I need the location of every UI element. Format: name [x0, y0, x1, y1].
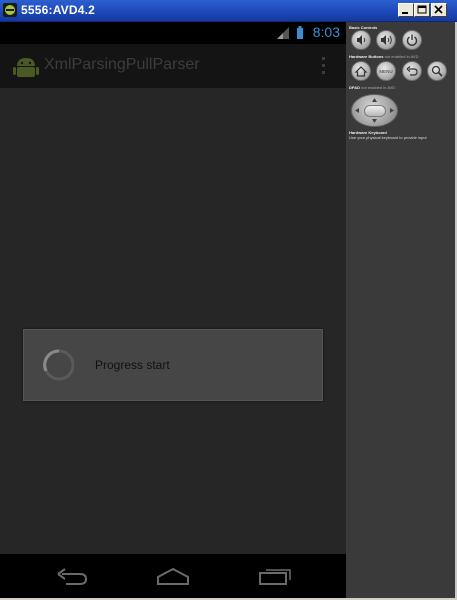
- back-icon[interactable]: [56, 566, 88, 586]
- spinner-icon: [43, 349, 75, 381]
- menu-icon: MENU: [379, 69, 392, 74]
- maximize-icon: [417, 5, 427, 14]
- emulator-controls-panel: Basic Controls Hardware Buttons not enab…: [346, 22, 455, 598]
- back-icon: [406, 66, 418, 76]
- battery-icon: [297, 26, 303, 39]
- signal-icon: [277, 27, 289, 39]
- status-time: 8:03: [312, 24, 340, 40]
- hw-back-button[interactable]: [402, 61, 422, 81]
- volume-up-button[interactable]: [376, 30, 396, 50]
- home-icon: [354, 66, 368, 77]
- close-button[interactable]: [431, 3, 447, 17]
- status-bar: 8:03: [0, 22, 346, 44]
- hw-menu-button[interactable]: MENU: [376, 61, 396, 81]
- hardware-buttons-heading: Hardware Buttons not enabled in AVD: [349, 54, 419, 59]
- hardware-keyboard-note: Use your physical keyboard to provide in…: [349, 135, 427, 140]
- window-title-bar[interactable]: 5556:AVD4.2: [0, 0, 457, 22]
- recent-apps-icon[interactable]: [258, 566, 292, 586]
- home-icon[interactable]: [156, 566, 190, 586]
- minimize-button[interactable]: [398, 3, 414, 17]
- navigation-bar: [0, 554, 346, 598]
- maximize-button[interactable]: [414, 3, 430, 17]
- volume-down-icon: [357, 35, 366, 45]
- dpad-control[interactable]: [351, 94, 398, 127]
- window-title: 5556:AVD4.2: [21, 3, 96, 17]
- power-icon: [406, 34, 418, 46]
- progress-dialog: Progress start: [23, 329, 323, 401]
- overflow-menu-icon[interactable]: [321, 56, 326, 76]
- dpad-heading: DPAD not enabled in AVD: [349, 85, 396, 90]
- volume-up-icon: [381, 35, 392, 45]
- volume-down-button[interactable]: [351, 30, 371, 50]
- action-bar: XmlParsingPullParser: [0, 44, 346, 88]
- hw-search-button[interactable]: [427, 61, 447, 81]
- android-app-icon: [3, 3, 17, 17]
- hw-home-button[interactable]: [351, 61, 371, 81]
- close-icon: [434, 5, 443, 14]
- minimize-icon: [402, 12, 408, 14]
- power-button[interactable]: [402, 30, 422, 50]
- dpad-center-button[interactable]: [364, 105, 386, 117]
- search-icon: [431, 65, 443, 77]
- content-area: Progress start: [0, 88, 346, 555]
- svg-text:MENU: MENU: [379, 69, 392, 74]
- app-title: XmlParsingPullParser: [44, 56, 200, 73]
- android-logo-icon: [13, 58, 39, 77]
- dialog-message: Progress start: [95, 358, 170, 372]
- device-screen[interactable]: 8:03 XmlParsingPullParser Progress start: [0, 22, 346, 598]
